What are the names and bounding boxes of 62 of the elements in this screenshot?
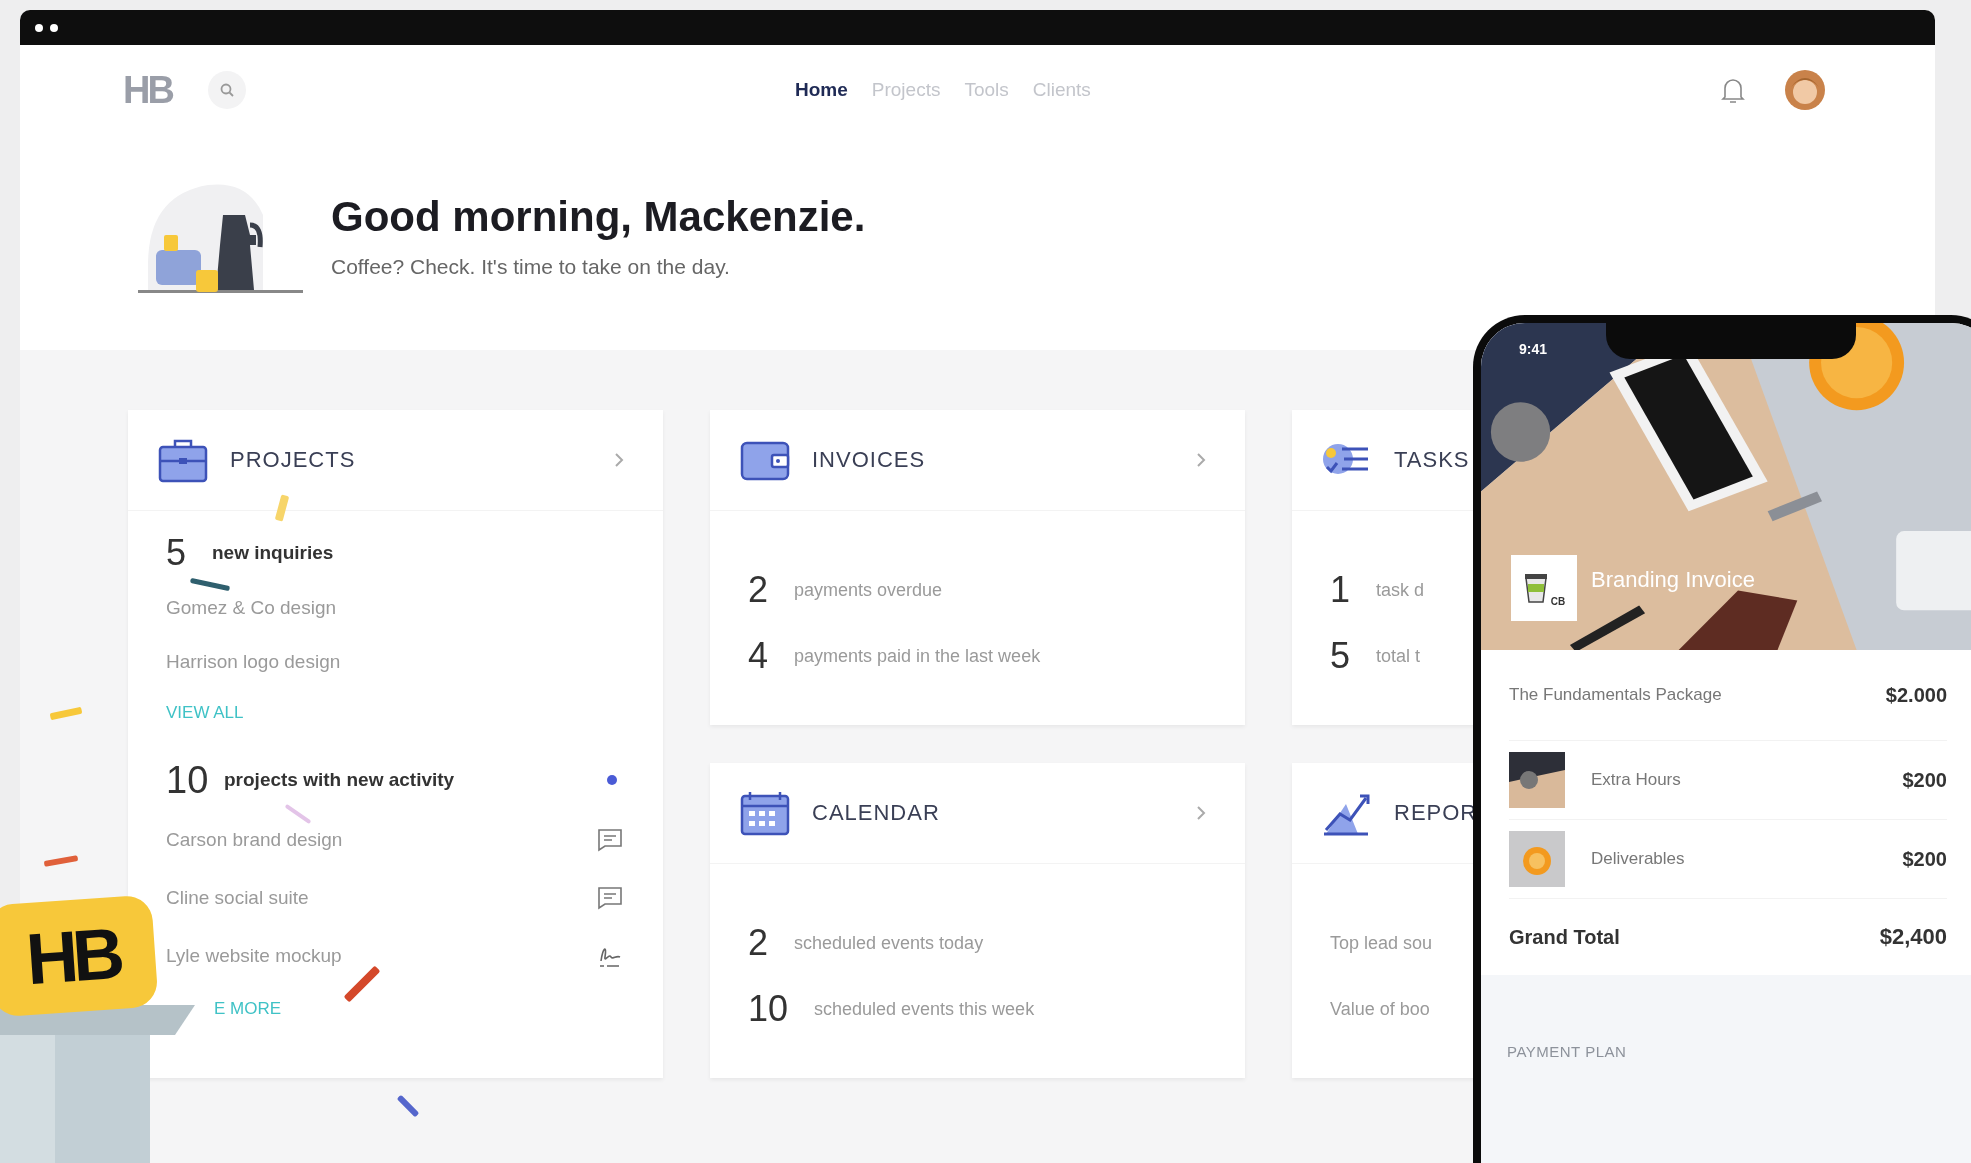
invoice-title: Branding Invoice bbox=[1591, 567, 1755, 593]
view-all-link[interactable]: VIEW ALL bbox=[166, 689, 623, 737]
line-item-name: Deliverables bbox=[1591, 849, 1686, 869]
logo[interactable]: HB bbox=[123, 68, 172, 112]
stat-count: 4 bbox=[748, 635, 770, 677]
comment-icon[interactable] bbox=[597, 886, 623, 910]
stat-count: 5 bbox=[1330, 635, 1352, 677]
briefcase-icon bbox=[158, 437, 208, 483]
chevron-right-icon[interactable] bbox=[1195, 804, 1207, 822]
avatar[interactable] bbox=[1784, 69, 1826, 111]
stat-label: scheduled events today bbox=[794, 932, 984, 954]
client-logo-text: CB bbox=[1550, 596, 1566, 607]
nav-link[interactable]: Tools bbox=[964, 79, 1009, 101]
inquiry-item[interactable]: Gomez & Co design bbox=[166, 581, 623, 635]
stat-label: payments paid in the last week bbox=[794, 645, 1041, 667]
calendar-icon bbox=[740, 790, 790, 836]
line-item-price: $2,400 bbox=[1879, 924, 1947, 950]
window-dots-icon bbox=[34, 22, 60, 33]
card-title: CALENDAR bbox=[812, 800, 941, 826]
stat-label: scheduled events this week bbox=[814, 998, 1035, 1020]
line-item-price: $2.000 bbox=[1885, 683, 1947, 707]
card-title: INVOICES bbox=[812, 447, 927, 473]
chevron-right-icon[interactable] bbox=[1195, 451, 1207, 469]
inquiry-label: new inquiries bbox=[212, 542, 334, 564]
section-heading: PAYMENT PLAN bbox=[1507, 1043, 1627, 1060]
activity-count: 10 bbox=[166, 758, 210, 802]
stat-label: payments overdue bbox=[794, 579, 943, 601]
nav-link[interactable]: Home bbox=[795, 79, 848, 101]
card-title: TASKS bbox=[1394, 447, 1471, 473]
project-item[interactable]: Lyle website mockup bbox=[166, 929, 342, 983]
status-time: 9:41 bbox=[1519, 341, 1548, 357]
stat-label: total t bbox=[1376, 645, 1421, 667]
line-item-name: Extra Hours bbox=[1591, 770, 1682, 790]
stat-count: 1 bbox=[1330, 569, 1352, 611]
confetti-icon bbox=[43, 855, 79, 867]
search-button[interactable] bbox=[207, 71, 246, 109]
line-item-price: $200 bbox=[1902, 847, 1947, 871]
inquiry-count: 5 bbox=[166, 532, 188, 574]
chevron-right-icon[interactable] bbox=[613, 451, 625, 469]
activity-label: projects with new activity bbox=[224, 769, 455, 791]
line-item-price: $200 bbox=[1902, 768, 1947, 792]
stat-count: 10 bbox=[748, 988, 790, 1030]
project-item[interactable]: Carson brand design bbox=[166, 813, 343, 867]
project-item[interactable]: Cline social suite bbox=[166, 871, 309, 925]
nav-link[interactable]: Clients bbox=[1032, 79, 1091, 101]
comment-icon[interactable] bbox=[597, 828, 623, 852]
stat-label: Top lead sou bbox=[1330, 932, 1433, 954]
card-title: PROJECTS bbox=[230, 447, 357, 473]
stat-label: Value of boo bbox=[1330, 998, 1430, 1020]
search-icon bbox=[218, 82, 235, 98]
inquiry-item[interactable]: Harrison logo design bbox=[166, 635, 623, 689]
cup-icon bbox=[1522, 572, 1549, 604]
greeting-title: Good morning, Mackenzie. bbox=[331, 193, 866, 241]
line-item-name: Grand Total bbox=[1509, 925, 1621, 949]
nav-link[interactable]: Projects bbox=[871, 79, 941, 101]
stat-count: 2 bbox=[748, 922, 770, 964]
stat-label: task d bbox=[1376, 579, 1425, 601]
stat-count: 2 bbox=[748, 569, 770, 611]
card-title: REPOR bbox=[1394, 800, 1479, 826]
see-more-link[interactable]: E MORE bbox=[214, 985, 282, 1033]
line-item-name: The Fundamentals Package bbox=[1509, 685, 1723, 705]
greeting-subtitle: Coffee? Check. It's time to take on the day. bbox=[331, 255, 731, 279]
